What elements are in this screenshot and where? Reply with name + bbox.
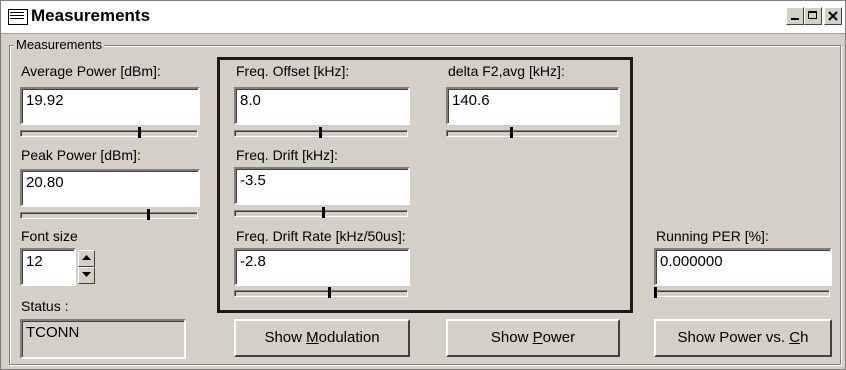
minimize-button[interactable] <box>786 7 804 25</box>
status-label: Status : <box>21 298 69 314</box>
groupbox-label: Measurements <box>14 37 104 52</box>
slider-thumb[interactable] <box>654 287 657 298</box>
maximize-button[interactable] <box>804 7 822 25</box>
button-text: Show Power vs. <box>677 329 790 346</box>
peak-power-slider[interactable] <box>20 209 198 221</box>
show-power-vs-ch-button[interactable]: Show Power vs. Ch <box>654 319 832 357</box>
button-text: h <box>800 329 809 346</box>
peak-power-label: Peak Power [dBm]: <box>21 147 141 163</box>
window-title: Measurements <box>31 6 151 25</box>
font-size-up-button[interactable] <box>78 250 95 267</box>
button-text: odulation <box>318 329 380 346</box>
show-modulation-button[interactable]: Show Modulation <box>234 319 410 357</box>
title-bar[interactable]: Measurements <box>1 1 845 34</box>
average-power-slider[interactable] <box>20 127 198 139</box>
slider-track <box>20 130 198 137</box>
font-size-field[interactable]: 12 <box>20 248 76 286</box>
status-field: TCONN <box>20 319 186 359</box>
font-size-down-button[interactable] <box>78 267 95 284</box>
button-text: Show <box>490 329 533 346</box>
arrow-up-icon <box>82 255 91 260</box>
slider-thumb[interactable] <box>138 127 141 138</box>
close-icon <box>828 11 838 21</box>
running-per-slider[interactable] <box>654 287 830 299</box>
button-accelerator: C <box>789 329 801 346</box>
button-text: Show <box>264 329 307 346</box>
font-size-label: Font size <box>21 228 78 244</box>
close-button[interactable] <box>824 7 842 25</box>
button-accelerator: P <box>532 329 543 346</box>
button-text: ower <box>542 329 576 346</box>
slider-track <box>654 290 830 297</box>
slider-thumb[interactable] <box>147 209 150 220</box>
highlight-frame <box>217 57 633 313</box>
peak-power-field[interactable]: 20.80 <box>20 169 200 207</box>
running-per-label: Running PER [%]: <box>656 228 769 244</box>
running-per-field[interactable]: 0.000000 <box>654 248 832 286</box>
show-power-button[interactable]: Show Power <box>446 319 620 357</box>
arrow-down-icon <box>82 272 91 277</box>
average-power-label: Average Power [dBm]: <box>21 63 161 79</box>
app-icon <box>8 9 28 25</box>
button-accelerator: M <box>306 329 319 346</box>
average-power-field[interactable]: 19.92 <box>20 87 200 125</box>
slider-track <box>20 212 198 219</box>
measurements-window: Measurements Measurements Average Power … <box>0 0 846 370</box>
